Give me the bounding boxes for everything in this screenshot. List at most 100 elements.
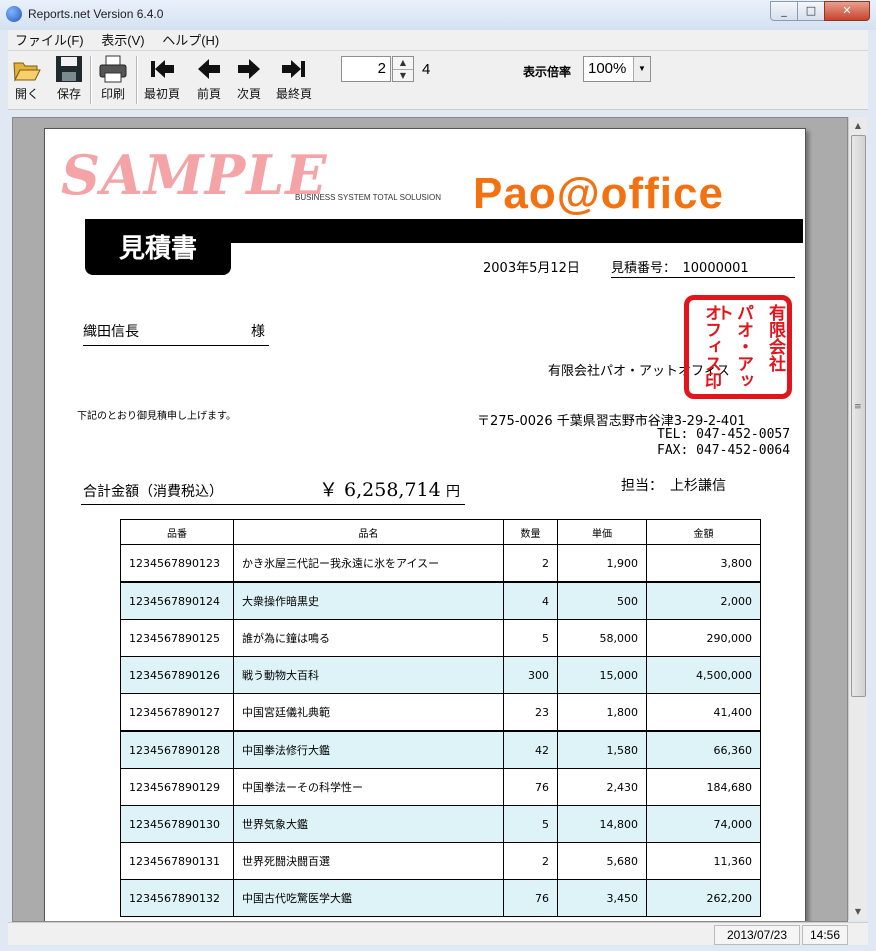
- cell-amount: 41,400: [646, 693, 761, 732]
- table-row: 1234567890123 かき氷屋三代記ー我永遠に氷をアイスー 2 1,900 3,8…: [120, 544, 761, 583]
- cell-name: 中国拳法修行大鑑: [233, 731, 504, 769]
- cell-code: 1234567890132: [120, 879, 234, 917]
- zoom-select[interactable]: 100% ▼: [583, 56, 651, 82]
- title-bar: Reports.net Version 6.4.0 _ □ ✕: [0, 0, 876, 30]
- cell-qty: 76: [503, 768, 558, 806]
- cell-price: 15,000: [557, 656, 647, 694]
- cell-amount: 262,200: [646, 879, 761, 917]
- spin-up-icon[interactable]: ▲: [393, 57, 413, 70]
- table-row: 1234567890132 中国古代吃驚医学大鑑 76 3,450 262,200: [120, 879, 761, 917]
- first-page-button[interactable]: 最初頁: [144, 55, 180, 102]
- menu-file[interactable]: ファイル(F): [8, 30, 91, 50]
- next-page-label: 次頁: [236, 87, 261, 101]
- issue-date: 2003年5月12日: [483, 261, 580, 276]
- cell-price: 5,680: [557, 842, 647, 880]
- cell-name: 中国宮廷儀礼典範: [233, 693, 504, 732]
- save-label: 保存: [56, 87, 81, 101]
- last-page-button[interactable]: 最終頁: [276, 55, 312, 102]
- cell-qty: 2: [503, 544, 558, 583]
- maximize-button[interactable]: □: [797, 1, 825, 21]
- page-spinner[interactable]: ▲ ▼: [392, 56, 414, 82]
- col-header-amount: 金額: [646, 519, 761, 545]
- sample-watermark: SAMPLE: [61, 143, 328, 207]
- chevron-down-icon[interactable]: ▼: [633, 57, 650, 81]
- table-header-row: 品番 品名 数量 単価 金額: [120, 519, 761, 545]
- app-window: Reports.net Version 6.4.0 _ □ ✕ ファイル(F) …: [0, 0, 876, 951]
- cell-code: 1234567890128: [120, 731, 234, 769]
- seal-text-1: 有限会社: [765, 304, 785, 372]
- cell-amount: 3,800: [646, 544, 761, 583]
- cell-qty: 5: [503, 805, 558, 843]
- table-row: 1234567890129 中国拳法ーその科学性ー 76 2,430 184,680: [120, 768, 761, 806]
- grip-icon: ≡: [854, 402, 862, 412]
- table-row: 1234567890124 大衆操作暗黒史 4 500 2,000: [120, 582, 761, 620]
- cell-name: かき氷屋三代記ー我永遠に氷をアイスー: [233, 544, 504, 583]
- arrow-right-icon: [234, 55, 264, 83]
- cell-name: 世界気象大鑑: [233, 805, 504, 843]
- document-title: 見積書: [85, 219, 231, 275]
- report-page: SAMPLE BUSINESS SYSTEM TOTAL SOLUSION Pa…: [44, 128, 806, 921]
- menu-view[interactable]: 表示(V): [94, 30, 151, 50]
- first-page-label: 最初頁: [144, 87, 181, 101]
- last-page-label: 最終頁: [276, 87, 313, 101]
- page-number-input[interactable]: 2: [341, 56, 391, 82]
- folder-open-icon: [12, 55, 42, 83]
- cell-amount: 4,500,000: [646, 656, 761, 694]
- cell-name: 大衆操作暗黒史: [233, 582, 504, 620]
- table-row: 1234567890126 戦う動物大百科 300 15,000 4,500,000: [120, 656, 761, 694]
- cell-amount: 184,680: [646, 768, 761, 806]
- save-button[interactable]: 保存: [54, 55, 84, 102]
- company-tel: TEL: 047-452-0057: [657, 427, 791, 442]
- table-row: 1234567890127 中国宮廷儀礼典範 23 1,800 41,400: [120, 693, 761, 732]
- col-header-code: 品番: [120, 519, 234, 545]
- open-button[interactable]: 開く: [12, 55, 42, 102]
- scroll-thumb[interactable]: [851, 135, 866, 697]
- customer-name: 織田信長 様: [83, 321, 269, 346]
- minimize-button[interactable]: _: [770, 1, 798, 21]
- vertical-scrollbar[interactable]: ▲ ≡ ▼: [848, 117, 867, 920]
- prev-page-button[interactable]: 前頁: [194, 55, 224, 102]
- cell-price: 2,430: [557, 768, 647, 806]
- cell-qty: 76: [503, 879, 558, 917]
- cell-qty: 4: [503, 582, 558, 620]
- scroll-up-icon[interactable]: ▲: [849, 117, 867, 134]
- seal-text-3: オフィス印: [701, 304, 721, 389]
- spin-down-icon[interactable]: ▼: [393, 70, 413, 82]
- staff-in-charge: 担当： 上杉謙信: [621, 478, 726, 494]
- zoom-value: 100%: [588, 60, 627, 77]
- col-header-name: 品名: [233, 519, 504, 545]
- cell-price: 1,900: [557, 544, 647, 583]
- cell-qty: 42: [503, 731, 558, 769]
- cell-amount: 66,360: [646, 731, 761, 769]
- arrow-left-icon: [194, 55, 224, 83]
- cell-code: 1234567890127: [120, 693, 234, 732]
- total-unit: 円: [446, 484, 460, 500]
- table-row: 1234567890130 世界気象大鑑 5 14,800 74,000: [120, 805, 761, 843]
- window-title: Reports.net Version 6.4.0: [28, 7, 164, 21]
- total-label: 合計金額（消費税込）: [83, 484, 223, 500]
- cell-code: 1234567890129: [120, 768, 234, 806]
- window-controls: _ □ ✕: [770, 1, 870, 21]
- total-underline: [81, 504, 465, 505]
- prev-page-label: 前頁: [196, 87, 221, 101]
- cell-price: 500: [557, 582, 647, 620]
- menu-help[interactable]: ヘルプ(H): [155, 30, 226, 50]
- scroll-down-icon[interactable]: ▼: [849, 903, 867, 920]
- col-header-price: 単価: [557, 519, 647, 545]
- cell-code: 1234567890126: [120, 656, 234, 694]
- status-time: 14:56: [802, 925, 848, 945]
- close-button[interactable]: ✕: [824, 1, 870, 21]
- logo-tagline: BUSINESS SYSTEM TOTAL SOLUSION: [295, 193, 441, 202]
- cell-name: 中国拳法ーその科学性ー: [233, 768, 504, 806]
- cell-price: 58,000: [557, 619, 647, 657]
- report-viewer: SAMPLE BUSINESS SYSTEM TOTAL SOLUSION Pa…: [12, 117, 848, 922]
- last-page-icon: [279, 55, 309, 83]
- company-seal: 有限会社 パオ・アット オフィス印: [684, 295, 792, 399]
- cell-price: 3,450: [557, 879, 647, 917]
- status-bar: 2013/07/23 14:56: [8, 922, 868, 945]
- open-label: 開く: [14, 87, 39, 101]
- print-button[interactable]: 印刷: [98, 55, 128, 102]
- cell-qty: 23: [503, 693, 558, 732]
- cell-code: 1234567890131: [120, 842, 234, 880]
- next-page-button[interactable]: 次頁: [234, 55, 264, 102]
